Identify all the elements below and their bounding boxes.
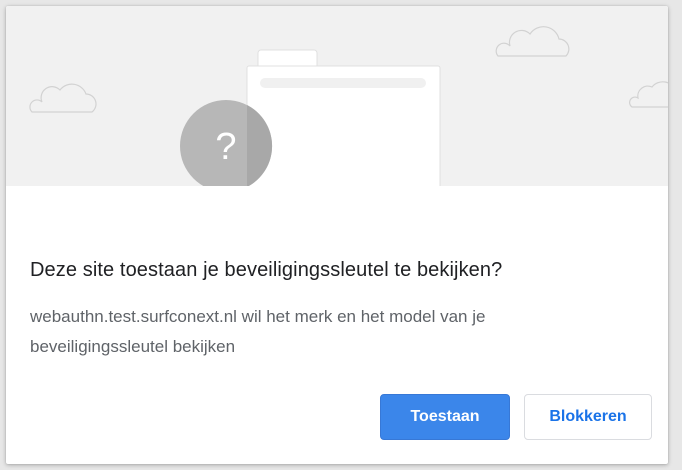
illustration-graphic: ? (29, 26, 668, 186)
cloud-icon (495, 26, 570, 57)
dialog-title: Deze site toestaan je beveiligingssleute… (30, 259, 503, 281)
cloud-icon (629, 81, 668, 108)
dialog-illustration: ? (6, 6, 668, 186)
svg-text:?: ? (215, 126, 236, 168)
allow-button[interactable]: Toestaan (380, 394, 510, 440)
cloud-icon (29, 83, 97, 113)
folder-icon (246, 49, 441, 186)
permission-dialog: ? Deze site toestaan je beveiligingssleu… (6, 6, 668, 464)
dialog-body: webauthn.test.surfconext.nl wil het merk… (30, 302, 630, 362)
dialog-body-line: beveiligingssleutel bekijken (30, 337, 236, 356)
dialog-body-line: webauthn.test.surfconext.nl wil het merk… (30, 307, 486, 326)
block-button[interactable]: Blokkeren (524, 394, 652, 440)
